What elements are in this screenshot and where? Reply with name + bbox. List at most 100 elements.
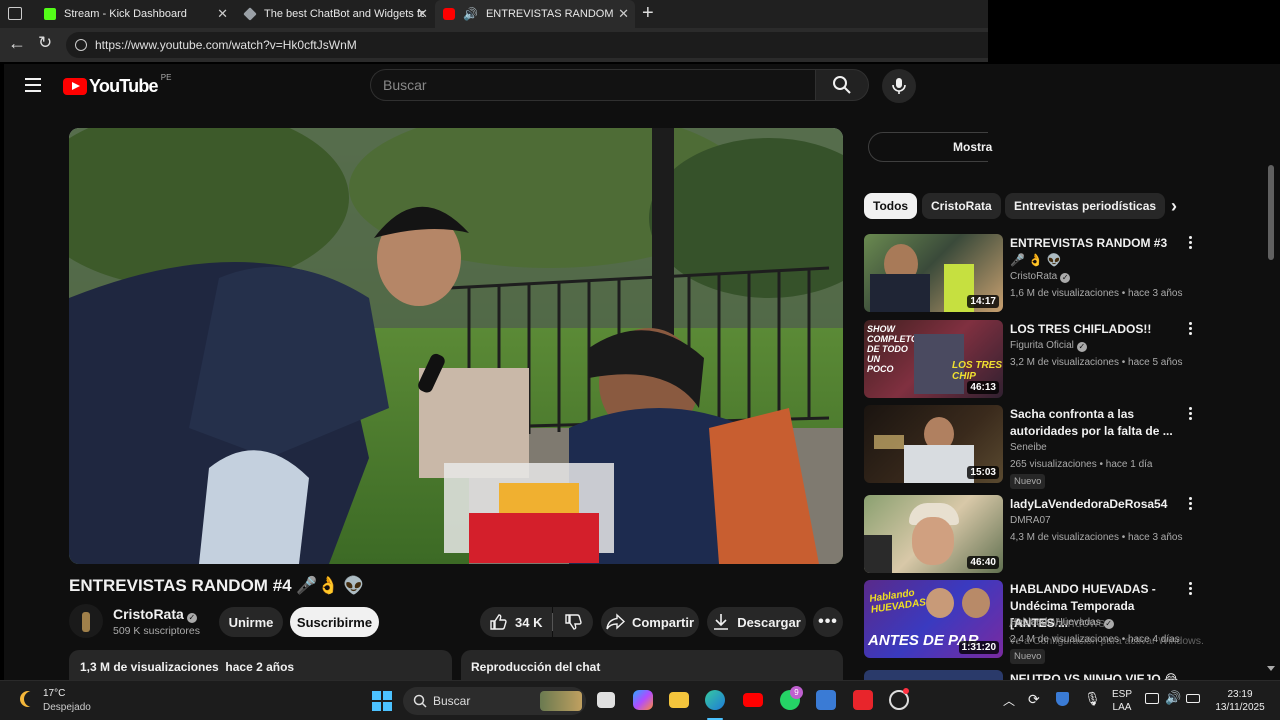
video-duration: 46:13 [967, 381, 999, 394]
back-arrow-icon[interactable]: ← [8, 33, 26, 54]
defender-icon[interactable] [1056, 692, 1069, 706]
voice-search-button[interactable] [882, 69, 916, 103]
start-button[interactable] [372, 691, 392, 711]
video-duration: 14:17 [967, 295, 999, 308]
more-vert-icon[interactable] [1186, 320, 1196, 340]
video-thumbnail[interactable] [864, 670, 1003, 680]
site-info-icon[interactable] [75, 39, 87, 51]
show-chat-button[interactable]: Mostra [868, 132, 992, 162]
chevron-right-icon[interactable]: › [1171, 196, 1177, 217]
chat-replay-box[interactable]: Reproducción del chat [461, 650, 843, 680]
language-indicator[interactable]: ESP LAA [1108, 688, 1136, 714]
close-tab-icon[interactable]: ✕ [217, 6, 228, 22]
recommendation-title: ENTREVISTAS RANDOM #3 🎤 👌 👽 [1010, 236, 1168, 267]
more-vert-icon[interactable] [1186, 405, 1196, 425]
clock[interactable]: 23:19 13/11/2025 [1208, 688, 1272, 714]
verified-icon: ✓ [1060, 273, 1071, 283]
url-field[interactable]: https://www.youtube.com/watch?v=Hk0cftJs… [66, 32, 988, 58]
wps-office-icon[interactable] [853, 690, 873, 710]
microphone-tray-icon[interactable]: 🎙 [1084, 691, 1101, 707]
channel-name[interactable]: CristoRata ✓ [113, 606, 197, 623]
more-vert-icon[interactable] [1186, 495, 1196, 515]
search-icon [413, 694, 427, 708]
share-icon [606, 613, 625, 630]
new-badge: Nuevo [1010, 474, 1046, 489]
new-tab-icon[interactable]: + [642, 2, 654, 25]
black-region [988, 0, 1280, 64]
taskbar-search[interactable]: Buscar [403, 687, 586, 715]
video-title: ENTREVISTAS RANDOM #4 🎤👌 👽 [69, 576, 365, 595]
edge-browser-icon[interactable] [705, 690, 725, 710]
video-thumbnail[interactable]: Hablando HUEVADAS ANTES DE PAR 1:31:20 [864, 580, 1003, 658]
tab-actions-icon[interactable] [8, 7, 22, 20]
share-button[interactable]: Compartir [601, 607, 699, 637]
speaker-icon[interactable]: 🔊 [463, 7, 478, 21]
video-thumbnail[interactable]: 46:40 [864, 495, 1003, 573]
more-horizontal-icon: ••• [818, 613, 838, 630]
join-button[interactable]: Unirme [219, 607, 283, 637]
more-vert-icon[interactable] [1186, 580, 1196, 600]
video-thumbnail[interactable]: 14:17 [864, 234, 1003, 312]
weather-widget[interactable]: 17°C Despejado [16, 687, 96, 715]
recommendation-item[interactable]: 46:40 ladyLaVendedoraDeRosa54 DMRA07 4,3… [864, 495, 1264, 575]
search-button[interactable] [815, 69, 869, 101]
recommendation-item[interactable]: NEUTRO VS NINHO VIEJO 😂 [864, 670, 1264, 680]
file-explorer-icon[interactable] [669, 692, 689, 708]
menu-icon[interactable] [25, 78, 41, 92]
chip-cristorata[interactable]: CristoRata [922, 193, 1001, 219]
tray-overflow-chevron-icon[interactable]: ︿ [1003, 692, 1015, 709]
channel-avatar[interactable] [69, 604, 103, 638]
whatsapp-badge: 9 [790, 686, 803, 699]
thumbs-up-icon [490, 614, 507, 630]
battery-icon[interactable] [1186, 694, 1200, 703]
youtube-app-icon[interactable] [743, 693, 763, 707]
store-icon[interactable] [816, 690, 836, 710]
like-button[interactable]: 34 K [480, 607, 552, 637]
windows-taskbar: 17°C Despejado Buscar 9 ︿ ⟳ 🎙 ESP LAA 🔊 … [0, 680, 1280, 720]
subscribe-button[interactable]: Suscribirme [290, 607, 379, 637]
volume-icon[interactable]: 🔊 [1165, 690, 1181, 706]
recommendation-item[interactable]: 15:03 Sacha confronta a las autoridades … [864, 405, 1264, 495]
download-button[interactable]: Descargar [707, 607, 806, 637]
chip-entrevistas[interactable]: Entrevistas periodísticas [1005, 193, 1166, 219]
botrix-favicon-icon [243, 7, 257, 21]
task-view-icon[interactable] [597, 692, 615, 708]
recommendation-item[interactable]: SHOW COMPLETO DE TODO UN POCO LOS TRES CHIP 4… [864, 320, 1264, 400]
tab-chatbot-widgets[interactable]: The best ChatBot and Widgets fo ✕ [236, 0, 434, 28]
search-input[interactable]: Buscar [370, 69, 815, 101]
copilot-icon[interactable] [633, 690, 653, 710]
verified-icon: ✓ [1076, 342, 1087, 352]
network-icon[interactable] [1145, 693, 1159, 704]
windows-logo-icon [372, 691, 392, 711]
scroll-down-arrow-icon[interactable] [1267, 666, 1275, 671]
chip-all[interactable]: Todos [864, 193, 918, 219]
tab-title: Stream - Kick Dashboard [64, 8, 187, 20]
more-vert-icon[interactable] [1186, 234, 1196, 254]
dislike-button[interactable] [553, 607, 593, 637]
weather-desc: Despejado [43, 702, 91, 713]
logo-text: YouTube [89, 75, 159, 96]
close-tab-icon[interactable]: ✕ [417, 6, 428, 22]
recommendation-stats: 4,3 M de visualizaciones • hace 3 años [1010, 532, 1183, 543]
tab-youtube-video[interactable]: 🔊 ENTREVISTAS RANDOM #4 ✕ [435, 0, 635, 28]
recommendation-stats: 265 visualizaciones • hace 1 día [1010, 459, 1153, 470]
search-highlight-image [540, 691, 582, 711]
tab-title: The best ChatBot and Widgets fo [264, 8, 424, 20]
refresh-icon[interactable]: ↻ [38, 33, 52, 53]
video-thumbnail[interactable]: 15:03 [864, 405, 1003, 483]
recommendation-item[interactable]: 14:17 ENTREVISTAS RANDOM #3 🎤 👌 👽 Cristo… [864, 234, 1264, 314]
sync-icon[interactable]: ⟳ [1028, 691, 1040, 708]
more-actions-button[interactable]: ••• [813, 607, 843, 637]
youtube-logo[interactable]: YouTube PE [63, 73, 171, 98]
tab-kick-dashboard[interactable]: Stream - Kick Dashboard ✕ [36, 0, 234, 28]
recommendation-stats: 3,2 M de visualizaciones • hace 5 años [1010, 357, 1183, 368]
youtube-play-icon [63, 77, 87, 95]
page-scrollbar[interactable] [1268, 165, 1274, 260]
video-thumbnail[interactable]: SHOW COMPLETO DE TODO UN POCO LOS TRES CHIP 4… [864, 320, 1003, 398]
address-bar-row: ← ↻ https://www.youtube.com/watch?v=Hk0c… [0, 28, 988, 62]
close-tab-icon[interactable]: ✕ [618, 6, 629, 22]
video-player[interactable] [69, 128, 843, 564]
description-box[interactable]: 1,3 M de visualizaciones hace 2 años [69, 650, 452, 680]
video-duration: 15:03 [967, 466, 999, 479]
app-notification-dot [903, 688, 909, 694]
